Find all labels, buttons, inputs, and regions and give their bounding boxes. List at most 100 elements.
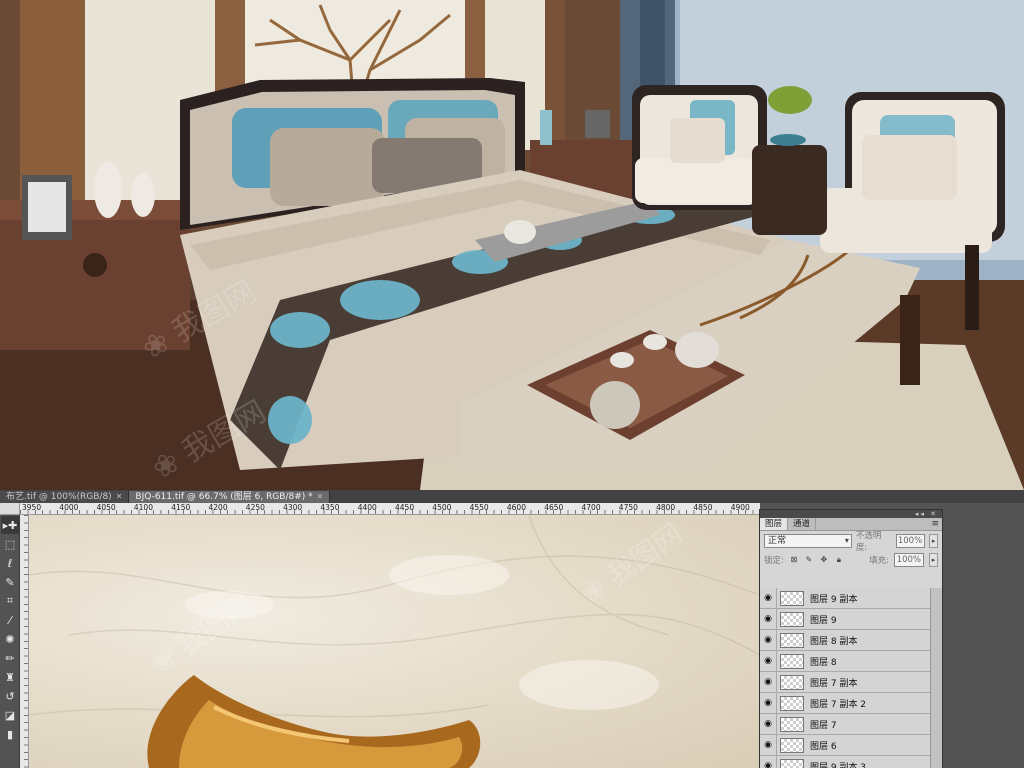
ruler-tick-label: 4300 [283, 503, 303, 512]
ruler-tick-label: 4450 [395, 503, 415, 512]
layer-row[interactable]: ◉ 图层 8 副本 [760, 629, 932, 651]
bedroom-render-image: ❀ 我图网 ❀ 我图网 [0, 0, 1024, 490]
document-tab-1[interactable]: 布艺.tif @ 100%(RGB/8) ✕ [0, 491, 130, 503]
quick-select-tool-icon[interactable]: ✎ [1, 573, 19, 591]
layer-row[interactable]: ◉ 图层 9 副本 [760, 588, 932, 609]
panel-menu-icon[interactable]: ≡ [931, 519, 939, 529]
ruler-tick-label: 4500 [432, 503, 452, 512]
layer-row[interactable]: ◉ 图层 7 副本 2 [760, 692, 932, 714]
brush-tool-icon[interactable]: ✏ [1, 649, 19, 667]
layer-name: 图层 8 [810, 657, 837, 668]
document-tab-2[interactable]: BJQ-611.tif @ 66.7% (图层 6, RGB/8#) * ✕ [129, 491, 331, 503]
document-tab-label: 布艺.tif @ 100%(RGB/8) [6, 492, 112, 502]
layer-row[interactable]: ◉ 图层 7 副本 [760, 671, 932, 693]
layer-thumbnail [780, 653, 804, 669]
move-tool-icon[interactable]: ▸✚ [1, 516, 19, 534]
visibility-eye-icon[interactable]: ◉ [760, 629, 777, 651]
layer-row[interactable]: ◉ 图层 7 [760, 713, 932, 735]
fill-input[interactable]: 100% [894, 552, 924, 567]
ruler-tick-label: 4850 [693, 503, 713, 512]
opacity-label: 不透明度: [855, 530, 882, 553]
lock-pixels-icon[interactable]: ✎ [804, 555, 814, 565]
layer-list: ◉ 图层 9 副本 ◉ 图层 9 ◉ 图层 8 副本 ◉ 图层 8 ◉ 图层 7 副本 ◉ 图层 7 … [760, 588, 932, 768]
opacity-input[interactable]: 100% [895, 533, 926, 548]
layer-name: 图层 7 副本 2 [810, 699, 867, 710]
lock-all-icon[interactable]: 🔒︎ [834, 555, 844, 565]
lasso-tool-icon[interactable]: ℓ [1, 554, 19, 572]
opacity-slider-toggle-icon[interactable]: ▸ [929, 533, 938, 548]
layer-row[interactable]: ◉ 图层 8 [760, 650, 932, 672]
ruler-tick-label: 4600 [506, 503, 526, 512]
ruler-tick-label: 4150 [171, 503, 191, 512]
layer-row[interactable]: ◉ 图层 9 副本 3 [760, 755, 932, 768]
eyedropper-tool-icon[interactable]: ⁄ [1, 611, 19, 629]
bedroom-illustration: ❀ 我图网 ❀ 我图网 [0, 0, 1024, 490]
marquee-tool-icon[interactable]: ⬚ [1, 535, 19, 553]
visibility-eye-icon[interactable]: ◉ [760, 713, 777, 735]
visibility-eye-icon[interactable]: ◉ [760, 734, 777, 756]
close-icon[interactable]: ✕ [116, 491, 123, 503]
screen: ❀ 我图网 ❀ 我图网 布艺.tif @ 100%(RGB/8) ✕ BJQ-6… [0, 0, 1024, 768]
visibility-eye-icon[interactable]: ◉ [760, 755, 777, 768]
layer-name: 图层 8 副本 [810, 636, 858, 647]
photoshop-workspace: 布艺.tif @ 100%(RGB/8) ✕ BJQ-611.tif @ 66.… [0, 490, 1024, 768]
crop-tool-icon[interactable]: ⌗ [1, 592, 19, 610]
vertical-ruler[interactable] [20, 515, 29, 768]
fill-slider-toggle-icon[interactable]: ▸ [929, 552, 938, 567]
document-tab-bar: 布艺.tif @ 100%(RGB/8) ✕ BJQ-611.tif @ 66.… [0, 490, 1024, 503]
canvas-artwork: ❀ 我图网 ❀ 我图网 [29, 515, 760, 768]
fill-label: 填充: [869, 555, 889, 566]
layer-row[interactable]: ◉ 图层 9 [760, 608, 932, 630]
panel-titlebar[interactable]: ◂◂ ✕ [760, 510, 942, 518]
layer-thumbnail [780, 737, 804, 753]
lock-row: 锁定: ⊠ ✎ ✥ 🔒︎ 填充: 100% ▸ [760, 550, 942, 569]
ruler-tick-label: 4550 [469, 503, 489, 512]
eraser-tool-icon[interactable]: ◪ [1, 706, 19, 724]
layer-name: 图层 9 副本 3 [810, 762, 867, 768]
lock-position-icon[interactable]: ✥ [819, 555, 829, 565]
layer-thumbnail [780, 590, 804, 606]
visibility-eye-icon[interactable]: ◉ [760, 588, 777, 609]
blend-mode-select[interactable]: 正常 [764, 533, 852, 548]
panel-tab-strip: 图层 通道 ≡ [760, 518, 942, 531]
blend-row: 正常 不透明度: 100% ▸ [760, 530, 942, 553]
svg-text:❀ 我图网: ❀ 我图网 [574, 517, 688, 611]
layer-thumbnail [780, 611, 804, 627]
lock-transparency-icon[interactable]: ⊠ [789, 555, 799, 565]
ruler-tick-label: 4900 [730, 503, 750, 512]
layer-list-scrollbar[interactable] [930, 588, 942, 768]
document-canvas[interactable]: ❀ 我图网 ❀ 我图网 [29, 515, 760, 768]
tab-layers[interactable]: 图层 [760, 518, 789, 530]
ruler-tick-label: 4200 [208, 503, 228, 512]
gradient-tool-icon[interactable]: ▮ [1, 725, 19, 743]
visibility-eye-icon[interactable]: ◉ [760, 671, 777, 693]
history-brush-tool-icon[interactable]: ↺ [1, 687, 19, 705]
ruler-ticks [20, 510, 760, 514]
layer-thumbnail [780, 632, 804, 648]
ruler-tick-label: 4700 [581, 503, 601, 512]
layer-thumbnail [780, 758, 804, 768]
healing-brush-tool-icon[interactable]: ✺ [1, 630, 19, 648]
visibility-eye-icon[interactable]: ◉ [760, 692, 777, 714]
visibility-eye-icon[interactable]: ◉ [760, 650, 777, 672]
visibility-eye-icon[interactable]: ◉ [760, 608, 777, 630]
ruler-tick-label: 4650 [544, 503, 564, 512]
ruler-tick-label: 4350 [320, 503, 340, 512]
ruler-tick-label: 4100 [133, 503, 153, 512]
layer-thumbnail [780, 695, 804, 711]
tools-panel: ▸✚ ⬚ ℓ ✎ ⌗ ⁄ ✺ ✏ ♜ ↺ ◪ ▮ [0, 515, 20, 768]
ruler-tick-label: 4250 [245, 503, 265, 512]
layer-row[interactable]: ◉ 图层 6 [760, 734, 932, 756]
layer-thumbnail [780, 674, 804, 690]
ruler-tick-label: 4050 [96, 503, 116, 512]
clone-stamp-tool-icon[interactable]: ♜ [1, 668, 19, 686]
close-icon[interactable]: ✕ [317, 491, 324, 503]
tab-channels[interactable]: 通道 [788, 518, 817, 530]
document-tab-label: BJQ-611.tif @ 66.7% (图层 6, RGB/8#) * [135, 492, 313, 502]
ruler-origin[interactable] [0, 503, 20, 515]
horizontal-ruler[interactable]: 3950 4000 4050 4100 4150 4200 4250 4300 4350 4400… [20, 503, 760, 515]
layer-name: 图层 7 [810, 720, 837, 731]
ruler-tick-label: 4800 [656, 503, 676, 512]
lock-label: 锁定: [764, 555, 784, 566]
collapse-icon[interactable]: ◂◂ ✕ [915, 510, 938, 518]
